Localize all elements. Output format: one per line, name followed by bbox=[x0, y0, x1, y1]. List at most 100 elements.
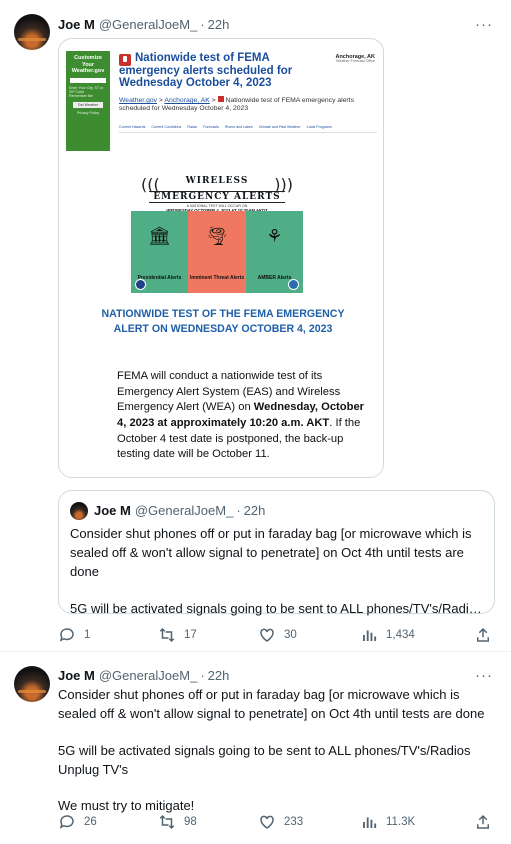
wea-title-2: EMERGENCY ALERTS bbox=[149, 191, 285, 203]
timestamp[interactable]: 22h bbox=[208, 17, 230, 32]
views-icon bbox=[360, 813, 378, 831]
article-body: FEMA will conduct a nationwide test of i… bbox=[117, 369, 372, 463]
share-button[interactable] bbox=[474, 813, 500, 831]
avatar[interactable] bbox=[14, 14, 50, 50]
retweet-button[interactable]: 17 bbox=[158, 626, 197, 644]
like-count: 30 bbox=[284, 629, 297, 641]
quote-paragraph: 5G will be activated signals going to be… bbox=[70, 600, 484, 616]
signal-waves-icon: ))) bbox=[274, 175, 293, 194]
nav-item: Climate and Past Weather bbox=[258, 125, 301, 129]
avatar[interactable] bbox=[14, 666, 50, 702]
author-handle[interactable]: @GeneralJoeM_ bbox=[99, 668, 197, 683]
author-name: Joe M bbox=[94, 503, 131, 518]
share-icon bbox=[474, 813, 492, 831]
quote-paragraph: Consider shut phones off or put in farad… bbox=[70, 526, 472, 579]
panel-label: Imminent Threat Alerts bbox=[189, 275, 245, 281]
tweet-header: Joe M @GeneralJoeM_ · 22h bbox=[58, 17, 229, 32]
nav-item: Forecasts bbox=[203, 125, 219, 129]
share-button[interactable] bbox=[474, 626, 500, 644]
tweet-paragraph: Consider shut phones off or put in farad… bbox=[58, 687, 485, 721]
alert-icon bbox=[217, 96, 224, 102]
office-location: Anchorage, AK Weather Forecast Office bbox=[335, 54, 375, 64]
action-bar: 1 17 30 1,434 bbox=[58, 626, 498, 646]
reply-button[interactable]: 1 bbox=[58, 626, 90, 644]
sidebar-text: Enter Your City, ST or ZIP Code bbox=[69, 85, 104, 95]
reply-button[interactable]: 26 bbox=[58, 813, 97, 831]
like-count: 233 bbox=[284, 816, 304, 828]
retweet-count: 17 bbox=[184, 629, 197, 641]
separator: · bbox=[200, 17, 205, 32]
share-icon bbox=[474, 626, 492, 644]
timestamp: 22h bbox=[243, 503, 266, 518]
location-sub: Weather Forecast Office bbox=[336, 59, 375, 64]
page-title: Nationwide test of FEMA emergency alerts… bbox=[119, 52, 293, 90]
quote-header: Joe M @GeneralJoeM_ · 22h bbox=[94, 503, 265, 518]
retweet-icon bbox=[158, 626, 176, 644]
wea-graphic: ((( ))) WIRELESS EMERGENCY ALERTS A NATI… bbox=[131, 169, 303, 293]
stroller-icon: ⚘ bbox=[266, 226, 283, 246]
panel-imminent-threat: 🌪 Imminent Threat Alerts bbox=[188, 211, 246, 293]
panel-amber: ⚘ AMBER Alerts bbox=[246, 211, 303, 293]
signal-waves-icon: ((( bbox=[141, 175, 160, 194]
sidebar-remember: Remember Me bbox=[69, 94, 93, 99]
retweet-button[interactable]: 98 bbox=[158, 813, 197, 831]
timestamp[interactable]: 22h bbox=[208, 668, 230, 683]
tweet-image[interactable]: Customize Your Weather.gov Enter Your Ci… bbox=[58, 38, 384, 478]
nav-item: Rivers and Lakes bbox=[224, 125, 253, 129]
reply-count: 1 bbox=[84, 629, 91, 641]
tweet-header: Joe M @GeneralJoeM_ · 22h bbox=[58, 668, 229, 683]
views-count: 11.3K bbox=[386, 816, 416, 828]
sidebar-privacy: Privacy Policy bbox=[76, 110, 100, 115]
breadcrumb-item: Anchorage, AK bbox=[164, 97, 210, 104]
reply-icon bbox=[58, 626, 76, 644]
breadcrumb-item: Weather.gov bbox=[119, 97, 158, 104]
nav-item: Current Hazards bbox=[119, 125, 146, 129]
author-handle[interactable]: @GeneralJoeM_ bbox=[99, 17, 197, 32]
breadcrumb: Weather.gov > Anchorage, AK > Nationwide… bbox=[119, 96, 377, 114]
article-heading: NATIONWIDE TEST OF THE FEMA EMERGENCY AL… bbox=[101, 308, 345, 336]
panel-presidential: 🏛 Presidential Alerts bbox=[131, 211, 188, 293]
weather-sidebar: Customize Your Weather.gov Enter Your Ci… bbox=[66, 51, 110, 151]
quoted-tweet[interactable]: Joe M @GeneralJoeM_ · 22h Consider shut pho… bbox=[58, 490, 495, 616]
tornado-icon: 🌪 bbox=[205, 226, 229, 246]
seal-icon bbox=[135, 279, 146, 290]
like-icon bbox=[258, 626, 276, 644]
white-house-icon: 🏛 bbox=[148, 226, 171, 246]
retweet-count: 98 bbox=[184, 816, 197, 828]
views-icon bbox=[360, 626, 378, 644]
author-handle: @GeneralJoeM_ bbox=[134, 503, 234, 518]
retweet-icon bbox=[158, 813, 176, 831]
divider bbox=[119, 132, 377, 133]
tweet-text: Consider shut phones off or put in farad… bbox=[58, 686, 488, 816]
wea-header: ((( ))) WIRELESS EMERGENCY ALERTS A NATI… bbox=[131, 169, 303, 213]
like-icon bbox=[258, 813, 276, 831]
reply-icon bbox=[58, 813, 76, 831]
author-name[interactable]: Joe M bbox=[58, 17, 95, 32]
more-icon[interactable]: ··· bbox=[475, 17, 493, 32]
tweet[interactable]: Joe M @GeneralJoeM_ · 22h ··· Customize You… bbox=[0, 0, 511, 652]
nav-item: Current Conditions bbox=[151, 125, 182, 129]
tweet-paragraph: 5G will be activated signals going to be… bbox=[58, 742, 471, 758]
noaa-seal-icon bbox=[288, 279, 299, 290]
sidebar-button: Get Weather bbox=[73, 101, 103, 108]
separator: · bbox=[236, 503, 241, 518]
views-button[interactable]: 11.3K bbox=[360, 813, 415, 831]
action-bar: 26 98 233 11.3K bbox=[58, 813, 498, 833]
nav-item: Radar bbox=[187, 125, 198, 129]
breadcrumb-separator: > bbox=[209, 97, 218, 104]
sidebar-input bbox=[70, 77, 106, 83]
reply-count: 26 bbox=[84, 816, 97, 828]
views-button[interactable]: 1,434 bbox=[360, 626, 415, 644]
like-button[interactable]: 233 bbox=[258, 813, 303, 831]
separator: · bbox=[200, 668, 205, 683]
more-icon[interactable]: ··· bbox=[475, 668, 493, 683]
sidebar-title: Customize Your Weather.gov bbox=[71, 55, 105, 75]
author-name[interactable]: Joe M bbox=[58, 668, 95, 683]
like-button[interactable]: 30 bbox=[258, 626, 297, 644]
views-count: 1,434 bbox=[386, 629, 415, 641]
nav-item: Local Programs bbox=[306, 125, 332, 129]
avatar bbox=[70, 502, 88, 520]
site-nav: Current Hazards Current Conditions Radar Fo… bbox=[119, 125, 338, 129]
tweet-paragraph: Unplug TV's bbox=[58, 761, 129, 777]
quote-text: Consider shut phones off or put in farad… bbox=[70, 525, 488, 618]
